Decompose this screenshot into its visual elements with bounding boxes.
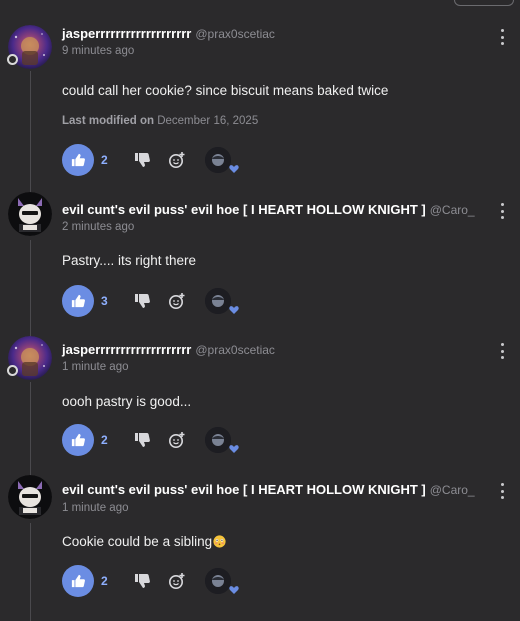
kebab-menu-icon[interactable]	[497, 29, 507, 45]
flushed-face-emoji-icon	[213, 535, 226, 548]
like-count: 2	[101, 574, 108, 588]
comment-actions: 2	[62, 144, 252, 176]
like-button[interactable]	[62, 285, 94, 317]
status-indicator	[7, 365, 18, 376]
thumbs-down-icon[interactable]	[134, 152, 150, 168]
thumbs-up-icon	[71, 153, 85, 167]
kebab-menu-icon[interactable]	[497, 343, 507, 359]
thread-line	[30, 382, 31, 482]
comment-text: oooh pastry is good...	[62, 394, 192, 409]
reactor-avatar[interactable]	[205, 568, 231, 594]
author-handle[interactable]: @prax0scetiac	[195, 27, 275, 41]
reactor-avatar[interactable]	[205, 427, 231, 453]
thread-line	[30, 523, 31, 621]
thread-line	[30, 240, 31, 340]
like-button[interactable]	[62, 565, 94, 597]
author-handle[interactable]: @Caro_	[430, 203, 475, 217]
thumbs-up-icon	[71, 574, 85, 588]
comment-text: Pastry.... its right there	[62, 253, 197, 268]
add-reaction-icon[interactable]	[168, 431, 186, 449]
comment-actions: 2	[62, 565, 252, 597]
author-handle[interactable]: @prax0scetiac	[195, 343, 275, 357]
author-name[interactable]: jasperrrrrrrrrrrrrrrrrrr	[62, 342, 191, 357]
thumbs-down-icon[interactable]	[134, 573, 150, 589]
thumbs-down-icon[interactable]	[134, 432, 150, 448]
user-avatar[interactable]	[8, 192, 52, 236]
thread-line	[30, 71, 31, 199]
author-line: jasperrrrrrrrrrrrrrrrrrr @prax0scetiac	[62, 342, 275, 358]
timestamp[interactable]: 2 minutes ago	[62, 221, 134, 233]
last-modified: Last modified on December 16, 2025	[62, 115, 258, 127]
add-reaction-icon[interactable]	[168, 292, 186, 310]
top-partial-button[interactable]	[454, 0, 514, 6]
author-name[interactable]: evil cunt's evil puss' evil hoe [ I HEAR…	[62, 202, 426, 217]
author-name[interactable]: jasperrrrrrrrrrrrrrrrrrr	[62, 26, 191, 41]
author-line: evil cunt's evil puss' evil hoe [ I HEAR…	[62, 202, 475, 218]
thumbs-up-icon	[71, 433, 85, 447]
like-count: 3	[101, 294, 108, 308]
heart-icon	[229, 586, 239, 594]
author-line: jasperrrrrrrrrrrrrrrrrrr @prax0scetiac	[62, 26, 275, 42]
like-button[interactable]	[62, 144, 94, 176]
timestamp[interactable]: 1 minute ago	[62, 361, 129, 373]
comment-actions: 3	[62, 285, 252, 317]
last-modified-date: December 16, 2025	[157, 115, 259, 127]
kebab-menu-icon[interactable]	[497, 203, 507, 219]
comment-text: Cookie could be a sibling	[62, 534, 226, 549]
kebab-menu-icon[interactable]	[497, 483, 507, 499]
author-handle[interactable]: @Caro_	[430, 483, 475, 497]
last-modified-label: Last modified on	[62, 115, 154, 127]
heart-icon	[229, 306, 239, 314]
like-count: 2	[101, 433, 108, 447]
user-avatar[interactable]	[8, 475, 52, 519]
timestamp[interactable]: 1 minute ago	[62, 502, 129, 514]
like-button[interactable]	[62, 424, 94, 456]
author-name[interactable]: evil cunt's evil puss' evil hoe [ I HEAR…	[62, 482, 426, 497]
thumbs-down-icon[interactable]	[134, 293, 150, 309]
comment-text: could call her cookie? since biscuit mea…	[62, 83, 389, 98]
thumbs-up-icon	[71, 294, 85, 308]
add-reaction-icon[interactable]	[168, 151, 186, 169]
timestamp[interactable]: 9 minutes ago	[62, 45, 134, 57]
add-reaction-icon[interactable]	[168, 572, 186, 590]
heart-icon	[229, 445, 239, 453]
reactor-avatar[interactable]	[205, 288, 231, 314]
like-count: 2	[101, 153, 108, 167]
reactor-avatar[interactable]	[205, 147, 231, 173]
comment-text-content: Cookie could be a sibling	[62, 534, 213, 549]
status-indicator	[7, 54, 18, 65]
heart-icon	[229, 165, 239, 173]
comment-actions: 2	[62, 424, 252, 456]
author-line: evil cunt's evil puss' evil hoe [ I HEAR…	[62, 482, 475, 498]
